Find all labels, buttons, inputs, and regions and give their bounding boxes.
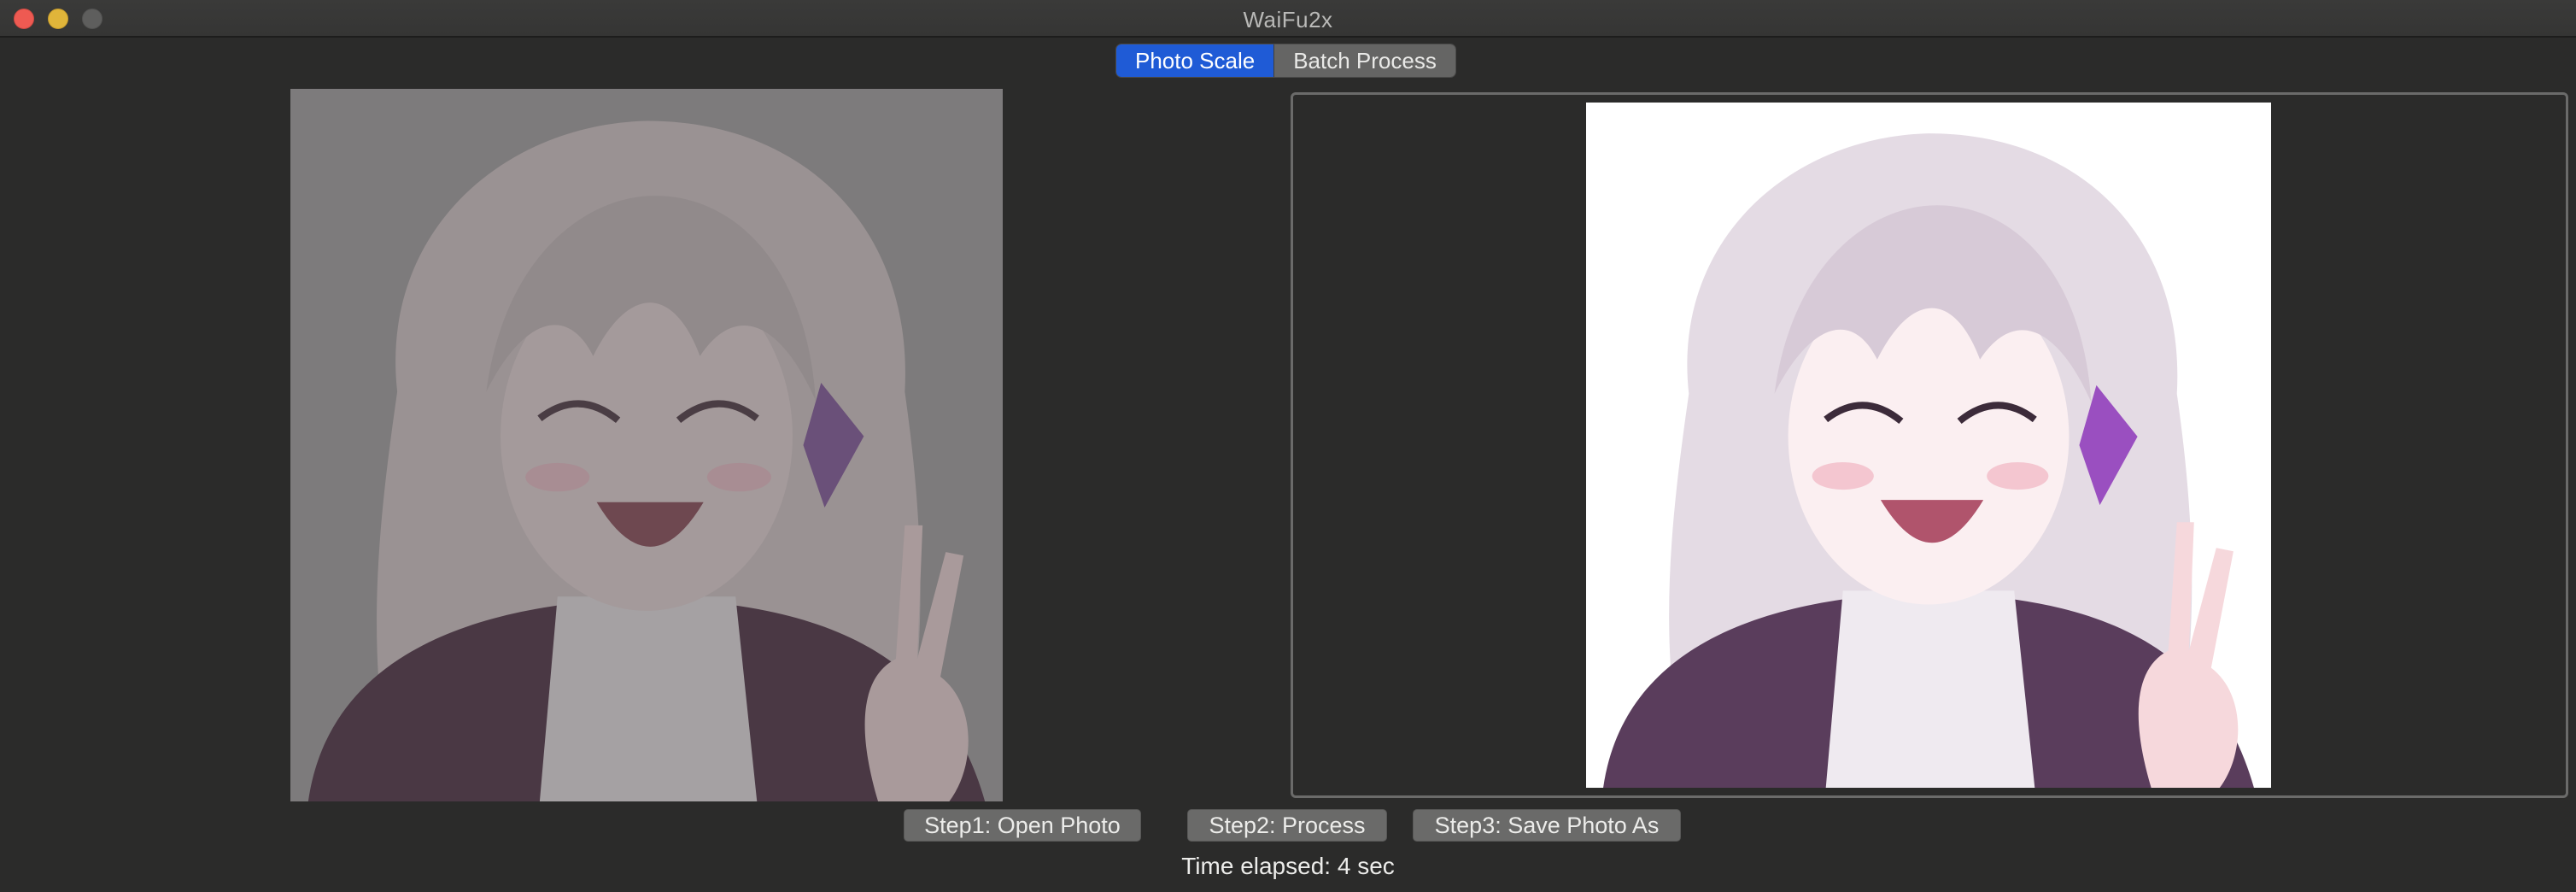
original-anime-image bbox=[290, 89, 1003, 801]
tab-photo-scale[interactable]: Photo Scale bbox=[1116, 44, 1274, 77]
window-title: WaiFu2x bbox=[1243, 7, 1333, 32]
upscaled-image-pane bbox=[1586, 103, 2271, 788]
app-window: WaiFu2x Photo Scale Batch Process Step1:… bbox=[0, 0, 2576, 892]
process-button[interactable]: Step2: Process bbox=[1187, 809, 1387, 842]
open-photo-button[interactable]: Step1: Open Photo bbox=[904, 809, 1141, 842]
mode-tabs: Photo Scale Batch Process bbox=[1115, 44, 1456, 78]
time-elapsed-label: Time elapsed: 4 sec bbox=[1181, 853, 1395, 879]
upscaled-anime-image bbox=[1586, 103, 2271, 788]
title-bar[interactable]: WaiFu2x bbox=[0, 0, 2576, 38]
tab-batch-process[interactable]: Batch Process bbox=[1273, 44, 1455, 77]
original-image-pane bbox=[290, 89, 1003, 801]
save-photo-button[interactable]: Step3: Save Photo As bbox=[1413, 809, 1681, 842]
